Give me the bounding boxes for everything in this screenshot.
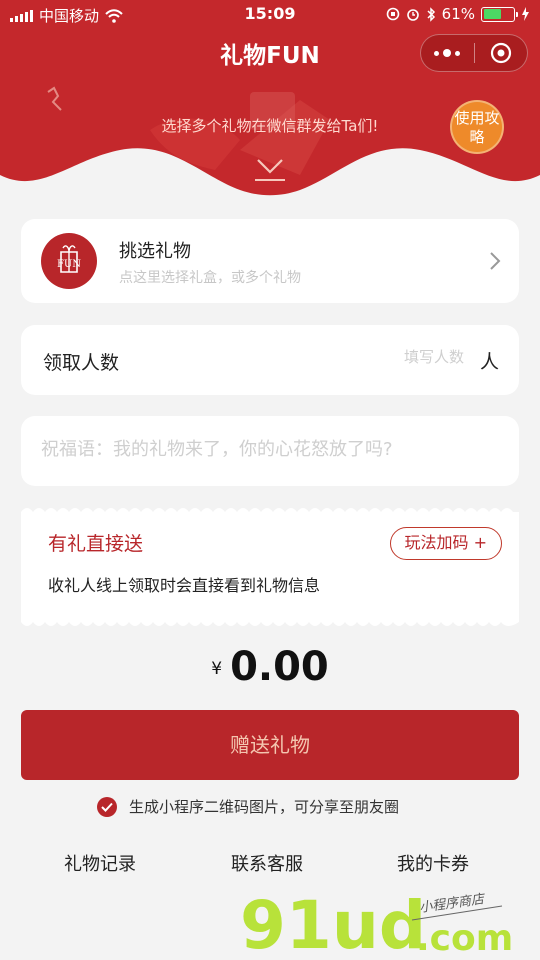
guide-button[interactable]: 使用攻略 — [450, 100, 504, 154]
battery-level — [483, 9, 502, 19]
charging-icon — [522, 7, 529, 21]
watermark-tagline: 小程序商店 — [418, 892, 486, 916]
currency-symbol: ¥ — [211, 659, 223, 679]
recipient-count-card: 领取人数 人 — [21, 325, 519, 395]
blessing-input[interactable] — [41, 439, 501, 460]
gift-picker-subtitle: 点这里选择礼盒，或多个礼物 — [119, 270, 301, 286]
fun-logo: FUN — [41, 233, 97, 289]
my-coupons-link[interactable]: 我的卡券 — [397, 850, 469, 876]
alarm-icon — [406, 9, 419, 21]
more-button[interactable] — [421, 35, 474, 71]
send-mode-card: 有礼直接送 玩法加码 + 收礼人线上领取时会直接看到礼物信息 — [21, 508, 519, 626]
gift-records-link[interactable]: 礼物记录 — [64, 850, 136, 876]
battery-percent: 61% — [441, 5, 475, 23]
close-miniprogram-button[interactable] — [475, 35, 528, 71]
contact-service-link[interactable]: 联系客服 — [231, 850, 303, 876]
site-watermark: 91ud .com 小程序商店 — [240, 887, 513, 960]
send-gift-button[interactable]: 赠送礼物 — [21, 710, 519, 780]
chevron-right-icon — [490, 252, 501, 270]
status-bar: 中国移动 15:09 61% — [0, 0, 540, 30]
qr-option-row[interactable]: 生成小程序二维码图片，可分享至朋友圈 — [97, 796, 399, 817]
total-price: ¥0.00 — [0, 644, 540, 690]
battery-icon — [481, 6, 518, 22]
chevron-down-icon[interactable] — [253, 156, 287, 184]
watermark-brand: 91ud — [240, 887, 426, 960]
send-mode-title: 有礼直接送 — [48, 533, 144, 555]
recipient-count-label: 领取人数 — [43, 352, 120, 374]
footer-links: 礼物记录 联系客服 我的卡券 — [0, 850, 540, 876]
recipient-count-input[interactable] — [354, 348, 464, 366]
watermark-domain: .com — [416, 918, 513, 959]
status-right: 61% — [386, 5, 530, 23]
qr-checkbox[interactable] — [97, 796, 117, 817]
price-amount: 0.00 — [230, 644, 329, 690]
blessing-card — [21, 416, 519, 486]
bluetooth-icon — [427, 6, 435, 22]
boost-gameplay-button[interactable]: 玩法加码 + — [389, 527, 502, 560]
target-close-icon — [490, 42, 511, 64]
send-mode-description: 收礼人线上领取时会直接看到礼物信息 — [48, 576, 321, 595]
gift-picker-title: 挑选礼物 — [119, 241, 191, 262]
gift-picker-card[interactable]: FUN 挑选礼物 点这里选择礼盒，或多个礼物 — [21, 219, 519, 303]
miniprogram-capsule — [420, 34, 528, 72]
scalloped-card-background — [21, 508, 519, 626]
qr-option-label: 生成小程序二维码图片，可分享至朋友圈 — [129, 798, 400, 816]
screen-lock-icon — [386, 7, 399, 21]
recipient-unit: 人 — [479, 351, 499, 373]
logo-text: FUN — [57, 259, 81, 270]
checkmark-icon — [101, 802, 113, 812]
gift-box-logo-icon: FUN — [57, 245, 81, 273]
more-dots-icon — [434, 49, 461, 57]
